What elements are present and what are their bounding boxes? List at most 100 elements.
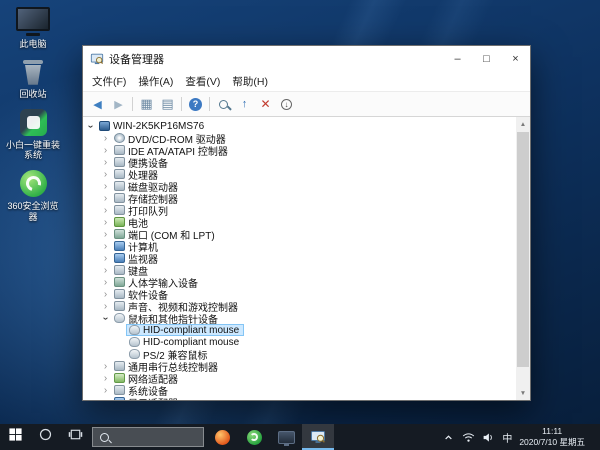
title-bar[interactable]: 设备管理器 –□× — [83, 46, 530, 72]
chevron-collapsed-icon[interactable]: › — [100, 205, 111, 216]
computer-category-icon — [114, 241, 125, 251]
ports-icon — [114, 229, 125, 239]
desktop: 此电脑回收站小白一键重装系统 360安全浏览器 设备管理器 –□× 文件(F)操作… — [0, 0, 600, 450]
start-icon — [8, 427, 23, 447]
menu-item-2[interactable]: 查看(V) — [179, 74, 226, 89]
desktop-icon-label: 小白一键重装系统 — [5, 140, 61, 162]
menu-bar: 文件(F)操作(A)查看(V)帮助(H) — [83, 72, 530, 91]
chevron-collapsed-icon[interactable]: › — [100, 229, 111, 240]
tree-item[interactable]: HID-compliant mouse — [83, 324, 516, 336]
ide-controller-icon — [114, 145, 125, 155]
help-icon[interactable]: ? — [189, 98, 202, 111]
keyboard-icon — [114, 265, 125, 275]
menu-item-3[interactable]: 帮助(H) — [226, 74, 274, 89]
chevron-collapsed-icon[interactable]: › — [100, 157, 111, 168]
taskbar-app-360-browser[interactable] — [238, 424, 270, 450]
ime-indicator[interactable]: 中 — [502, 430, 512, 445]
this-pc-icon — [278, 431, 295, 444]
toolbar-separator — [181, 97, 182, 111]
tree-container: ›WIN-2K5KP16MS76›DVD/CD-ROM 驱动器›IDE ATA/… — [83, 117, 530, 400]
chevron-collapsed-icon[interactable]: › — [100, 385, 111, 396]
disable-device-icon[interactable]: ↓ — [276, 95, 297, 114]
network-icon[interactable] — [462, 431, 475, 444]
task-view-button[interactable] — [60, 424, 90, 450]
mouse-device-icon — [129, 325, 140, 335]
task-view-icon — [68, 427, 83, 447]
forward-icon[interactable]: ▶ — [108, 95, 129, 114]
tray-expand-chevron-icon[interactable] — [442, 431, 455, 444]
taskbar-left — [0, 424, 90, 450]
properties-icon[interactable]: ▤ — [157, 95, 178, 114]
chevron-collapsed-icon[interactable]: › — [100, 277, 111, 288]
cortana-search-icon — [38, 427, 53, 447]
desktop-icon-label: 此电脑 — [19, 39, 46, 50]
desktop-icon-label: 回收站 — [19, 89, 46, 100]
volume-icon[interactable] — [482, 431, 495, 444]
vertical-scrollbar[interactable]: ▲ ▼ — [516, 117, 530, 400]
taskbar-app-360-search[interactable] — [206, 424, 238, 450]
scroll-up-icon[interactable]: ▲ — [516, 117, 530, 131]
chevron-collapsed-icon[interactable]: › — [100, 301, 111, 312]
taskbar: 中 11:11 2020/7/10 星期五 — [0, 424, 600, 450]
portable-device-icon — [114, 157, 125, 167]
chevron-collapsed-icon[interactable]: › — [100, 133, 111, 144]
disk-drive-icon — [114, 181, 125, 191]
menu-item-0[interactable]: 文件(F) — [86, 74, 132, 89]
taskbar-app-this-pc[interactable] — [270, 424, 302, 450]
search-icon — [100, 433, 109, 442]
mouse-device-icon — [129, 337, 140, 347]
storage-controller-icon — [114, 193, 125, 203]
taskbar-search-box[interactable] — [92, 427, 204, 447]
desktop-icon-recycle-bin[interactable]: 回收站 — [3, 59, 63, 100]
desktop-icon-xiaobai-reinstall[interactable]: 小白一键重装系统 — [3, 109, 63, 162]
chevron-collapsed-icon[interactable]: › — [100, 241, 111, 252]
window-title: 设备管理器 — [109, 51, 443, 67]
cortana-search-button[interactable] — [30, 424, 60, 450]
scrollbar-thumb[interactable] — [517, 132, 529, 367]
chevron-collapsed-icon[interactable]: › — [100, 217, 111, 228]
system-device-icon — [114, 385, 125, 395]
toolbar: ◀▶ ▦▤? ↑✕↓ — [83, 91, 530, 117]
uninstall-device-icon[interactable]: ✕ — [255, 95, 276, 114]
back-icon[interactable]: ◀ — [87, 95, 108, 114]
start-button[interactable] — [0, 424, 30, 450]
360-browser-icon — [247, 430, 262, 445]
tree-item[interactable]: ›鼠标和其他指针设备 — [83, 312, 516, 324]
maximize-button[interactable]: □ — [472, 46, 501, 72]
print-queue-icon — [114, 205, 125, 215]
taskbar-app-device-manager[interactable] — [302, 424, 334, 450]
chevron-collapsed-icon[interactable]: › — [100, 373, 111, 384]
chevron-expanded-icon[interactable]: › — [100, 313, 111, 324]
chevron-collapsed-icon[interactable]: › — [100, 181, 111, 192]
chevron-collapsed-icon[interactable]: › — [100, 361, 111, 372]
tree-item-label: 显示适配器 — [128, 395, 180, 401]
chevron-collapsed-icon[interactable]: › — [100, 193, 111, 204]
chevron-collapsed-icon[interactable]: › — [100, 265, 111, 276]
update-driver-icon[interactable]: ↑ — [234, 95, 255, 114]
desktop-icon-this-pc[interactable]: 此电脑 — [3, 7, 63, 50]
chevron-collapsed-icon[interactable]: › — [100, 169, 111, 180]
tree-item-content: 显示适配器 — [111, 396, 183, 400]
show-console-tree-icon[interactable]: ▦ — [136, 95, 157, 114]
menu-item-1[interactable]: 操作(A) — [132, 74, 179, 89]
desktop-icons: 此电脑回收站小白一键重装系统 360安全浏览器 — [3, 7, 63, 232]
chevron-collapsed-icon[interactable]: › — [100, 397, 111, 401]
device-manager-icon — [310, 429, 326, 445]
usb-controller-icon — [114, 361, 125, 371]
tree-item-label: HID-compliant mouse — [143, 325, 241, 336]
chevron-collapsed-icon[interactable]: › — [100, 289, 111, 300]
scan-hardware-changes-icon[interactable] — [213, 95, 234, 114]
network-adapter-icon — [114, 373, 125, 383]
tree-item[interactable]: › 显示适配器 — [83, 396, 516, 400]
taskbar-clock[interactable]: 11:11 2020/7/10 星期五 — [519, 426, 585, 447]
clock-date: 2020/7/10 星期五 — [519, 437, 585, 448]
scroll-down-icon[interactable]: ▼ — [516, 386, 530, 400]
chevron-expanded-icon[interactable]: › — [85, 121, 96, 132]
minimize-button[interactable]: – — [443, 46, 472, 72]
360-browser-icon — [20, 170, 47, 197]
chevron-collapsed-icon[interactable]: › — [100, 253, 111, 264]
close-button[interactable]: × — [501, 46, 530, 72]
desktop-icon-360-browser[interactable]: 360安全浏览器 — [3, 170, 63, 223]
toolbar-separator — [209, 97, 210, 111]
chevron-collapsed-icon[interactable]: › — [100, 145, 111, 156]
